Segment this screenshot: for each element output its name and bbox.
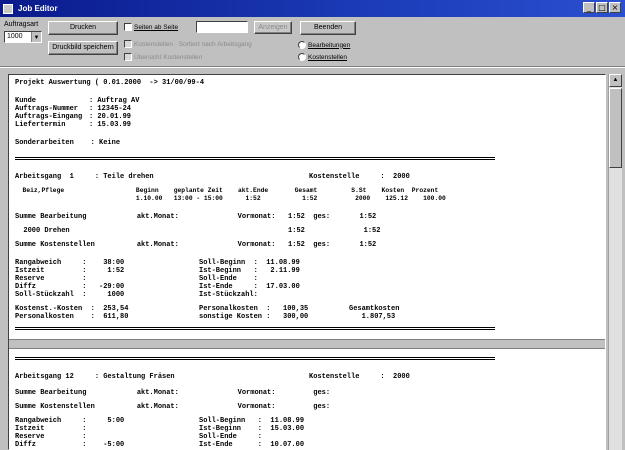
minimize-button[interactable]: _: [583, 2, 595, 13]
close-window-button[interactable]: ×: [609, 2, 621, 13]
operation-1-column-headers: Beiz,Pflege Beginn geplante Zeit akt.End…: [15, 187, 439, 194]
operation-1-costs-middle: Personalkosten : 100,35 sonstige Kosten …: [199, 305, 309, 321]
field-value-customer: : Auftrag AV: [89, 97, 140, 105]
operation-1-sum-processing: Summe Bearbeitung akt.Monat: Vormonat: 1…: [15, 213, 377, 221]
operation-1-subitem: 2000 Drehen 1:52 1:52: [15, 227, 381, 235]
radio-circle[interactable]: [298, 41, 306, 49]
toolbar: Auftragsart 1000 ▼ Drucken Druckbild spe…: [0, 17, 625, 67]
page-checkbox[interactable]: Seiten ab Seite: [124, 23, 178, 31]
maximize-button[interactable]: □: [596, 2, 608, 13]
option-checkbox-1-label: Kostenstellen · Sortiert nach Arbeitsgan…: [134, 40, 252, 48]
radio-bearbeitungen[interactable]: Bearbeitungen: [298, 41, 350, 49]
field-label-delivery: Liefertermin: [15, 121, 66, 129]
option-checkbox-2-label: Übersicht Kostenstellen: [134, 53, 203, 61]
operation-2-cost-center: Kostenstelle : 2000: [309, 373, 410, 381]
operation-1-title: Arbeitsgang 1 : Teile drehen: [15, 173, 154, 181]
report-header: Projekt Auswertung ( 0.01.2000 -> 31/00/…: [15, 79, 205, 87]
field-label-order-date: Auftrags-Eingang: [15, 113, 83, 121]
export-button[interactable]: Druckbild speichern: [48, 41, 118, 55]
operation-2-details-left: Rangabweich : 5:00 Istzeit : Reserve : D…: [15, 417, 125, 449]
operation-1-column-values: 1.10.00 13:00 - 15:00 1:52 1:52 2000 125…: [15, 195, 446, 202]
page-checkbox-label: Seiten ab Seite: [134, 23, 179, 31]
operation-1-total-costs: Gesamtkosten 1.807,53: [349, 305, 400, 321]
field-value-order-number: : 12345-24: [89, 105, 132, 113]
scroll-thumb[interactable]: [609, 88, 622, 168]
radio-kostenstellen[interactable]: Kostenstellen: [298, 53, 347, 61]
operation-2-sum-cost-centers: Summe Kostenstellen akt.Monat: Vormonat:…: [15, 403, 331, 411]
page-input[interactable]: [196, 21, 248, 33]
report-area: Projekt Auswertung ( 0.01.2000 -> 31/00/…: [0, 68, 625, 450]
window-title: Job Editor: [18, 4, 58, 13]
extra-work-line: Sonderarbeiten : Keine: [15, 139, 121, 147]
divider: [15, 357, 495, 360]
divider: [15, 327, 495, 330]
device-select[interactable]: 1000 ▼: [4, 31, 42, 43]
option-checkbox-2[interactable]: Übersicht Kostenstellen: [124, 53, 202, 61]
operation-1-sum-cost-centers: Summe Kostenstellen akt.Monat: Vormonat:…: [15, 241, 377, 249]
page-break: [9, 339, 605, 349]
app-icon[interactable]: [3, 3, 13, 14]
operation-1-cost-center: Kostenstelle : 2000: [309, 173, 410, 181]
show-page-button[interactable]: Anzeigen: [254, 21, 292, 34]
option-checkbox-1[interactable]: Kostenstellen · Sortiert nach Arbeitsgan…: [124, 40, 252, 48]
device-select-value: 1000: [7, 33, 23, 40]
field-label-order-number: Auftrags-Nummer: [15, 105, 79, 113]
radio-1-label: Bearbeitungen: [308, 41, 351, 49]
close-button[interactable]: Beenden: [300, 21, 356, 35]
report-document[interactable]: Projekt Auswertung ( 0.01.2000 -> 31/00/…: [8, 74, 606, 450]
title-bar: Job Editor _ □ ×: [0, 0, 625, 17]
operation-2-sum-processing: Summe Bearbeitung akt.Monat: Vormonat: g…: [15, 389, 331, 397]
divider: [15, 157, 495, 160]
field-value-order-date: : 20.01.99: [89, 113, 132, 121]
device-label: Auftragsart: [4, 21, 39, 28]
operation-1-details-middle: Soll-Beginn : 11.08.99 Ist-Beginn : 2.11…: [199, 259, 300, 299]
field-label-customer: Kunde: [15, 97, 37, 105]
operation-1-details-left: Rangabweich : 38:00 Istzeit : 1:52 Reser…: [15, 259, 125, 299]
radio-circle[interactable]: [298, 53, 306, 61]
scroll-up-arrow-icon[interactable]: ▲: [609, 74, 622, 87]
vertical-scrollbar[interactable]: ▲: [608, 74, 622, 450]
operation-1-costs-left: Kostenst.-Kosten : 253,54 Personalkosten…: [15, 305, 129, 321]
checkbox-box[interactable]: [124, 23, 132, 31]
checkbox-box[interactable]: [124, 40, 132, 48]
radio-2-label: Kostenstellen: [308, 53, 348, 61]
operation-2-details-middle: Soll-Beginn : 11.08.99 Ist-Beginn : 15.0…: [199, 417, 305, 449]
operation-2-title: Arbeitsgang 12 : Gestaltung Fräsen: [15, 373, 175, 381]
print-button[interactable]: Drucken: [48, 21, 118, 35]
chevron-down-icon[interactable]: ▼: [31, 32, 41, 42]
field-value-delivery: : 15.03.99: [89, 121, 132, 129]
checkbox-box[interactable]: [124, 53, 132, 61]
